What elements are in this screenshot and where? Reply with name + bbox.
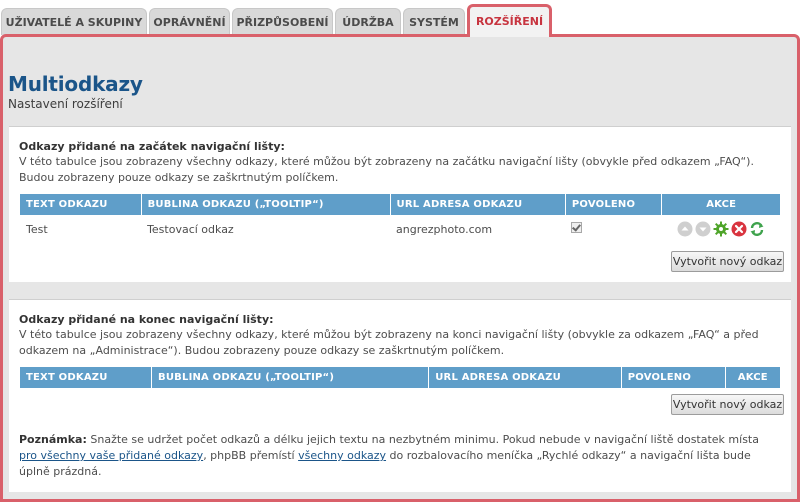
cell-link-tooltip: Testovací odkaz <box>147 222 234 236</box>
col-header-enabled: POVOLENO <box>565 194 663 215</box>
enabled-checkbox[interactable] <box>571 222 583 233</box>
col-header-url: URL ADRESA ODKAZU <box>428 367 622 388</box>
tab-bar: UŽIVATELÉ A SKUPINY OPRÁVNĚNÍ PŘIZPŮSOBE… <box>0 0 800 37</box>
gear-icon[interactable] <box>713 221 729 237</box>
tab-users-groups[interactable]: UŽIVATELÉ A SKUPINY <box>1 8 147 35</box>
note-link-all-added[interactable]: pro všechny vaše přidané odkazy <box>19 449 203 462</box>
col-header-enabled: POVOLENO <box>621 367 726 388</box>
links-table-end: TEXT ODKAZU BUBLINA ODKAZU („TOOLTIP“) U… <box>20 367 780 388</box>
tab-permissions[interactable]: OPRÁVNĚNÍ <box>149 8 230 35</box>
section-description: V této tabulce jsou zobrazeny všechny od… <box>19 155 754 184</box>
col-header-url: URL ADRESA ODKAZU <box>390 194 566 215</box>
cell-actions <box>662 215 780 243</box>
tab-customize[interactable]: PŘIZPŮSOBENÍ <box>232 8 333 35</box>
col-header-tooltip: BUBLINA ODKAZU („TOOLTIP“) <box>151 367 430 388</box>
tab-label: ROZŠÍŘENÍ <box>475 15 544 28</box>
table-header-row: TEXT ODKAZU BUBLINA ODKAZU („TOOLTIP“) U… <box>20 194 780 215</box>
cell-link-text: Test <box>26 222 48 236</box>
col-header-actions: AKCE <box>661 194 780 215</box>
col-header-text: TEXT ODKAZU <box>20 194 142 215</box>
section-heading: Odkazy přidané na začátek navigační lišt… <box>19 140 285 153</box>
tab-label: ÚDRŽBA <box>342 16 394 29</box>
cell-link-url: angrezphoto.com <box>396 222 493 236</box>
links-table-start: TEXT ODKAZU BUBLINA ODKAZU („TOOLTIP“) U… <box>20 194 780 243</box>
note-text: Poznámka: Snažte se udržet počet odkazů … <box>19 432 779 480</box>
tab-label: UŽIVATELÉ A SKUPINY <box>5 16 143 29</box>
note-link-all-links[interactable]: všechny odkazy <box>298 449 386 462</box>
note-label: Poznámka: <box>19 433 87 446</box>
delete-icon[interactable] <box>731 221 747 237</box>
col-header-actions: AKCE <box>725 367 780 388</box>
create-link-button-start[interactable]: Vytvořit nový odkaz <box>671 251 784 272</box>
note-text-part: , phpBB přemístí <box>203 449 299 462</box>
refresh-icon[interactable] <box>749 221 765 237</box>
tab-system[interactable]: SYSTÉM <box>403 8 465 35</box>
create-link-button-end[interactable]: Vytvořit nový odkaz <box>671 394 784 415</box>
tab-extensions[interactable]: ROZŠÍŘENÍ <box>467 4 552 37</box>
note-text-part: Snažte se udržet počet odkazů a délku je… <box>86 433 759 446</box>
tab-label: OPRÁVNĚNÍ <box>153 16 226 29</box>
section-links-end: Odkazy přidané na konec navigační lišty:… <box>9 299 791 492</box>
table-header-row: TEXT ODKAZU BUBLINA ODKAZU („TOOLTIP“) U… <box>20 367 780 388</box>
row-actions <box>668 221 774 237</box>
tab-label: PŘIZPŮSOBENÍ <box>236 16 329 29</box>
page-title: Multiodkazy <box>8 72 143 96</box>
section-heading: Odkazy přidané na konec navigační lišty: <box>19 313 274 326</box>
arrow-down-icon[interactable] <box>695 221 711 237</box>
table-row: Test Testovací odkaz angrezphoto.com <box>20 215 780 243</box>
arrow-up-icon[interactable] <box>677 221 693 237</box>
section-description: V této tabulce jsou zobrazeny všechny od… <box>19 328 759 357</box>
col-header-text: TEXT ODKAZU <box>20 367 153 388</box>
page-subtitle: Nastavení rozšíření <box>8 97 123 111</box>
tab-maintenance[interactable]: ÚDRŽBA <box>335 8 401 35</box>
cell-enabled <box>565 215 662 243</box>
tab-label: SYSTÉM <box>409 16 459 29</box>
col-header-tooltip: BUBLINA ODKAZU („TOOLTIP“) <box>141 194 391 215</box>
section-links-start: Odkazy přidané na začátek navigační lišt… <box>9 126 791 282</box>
